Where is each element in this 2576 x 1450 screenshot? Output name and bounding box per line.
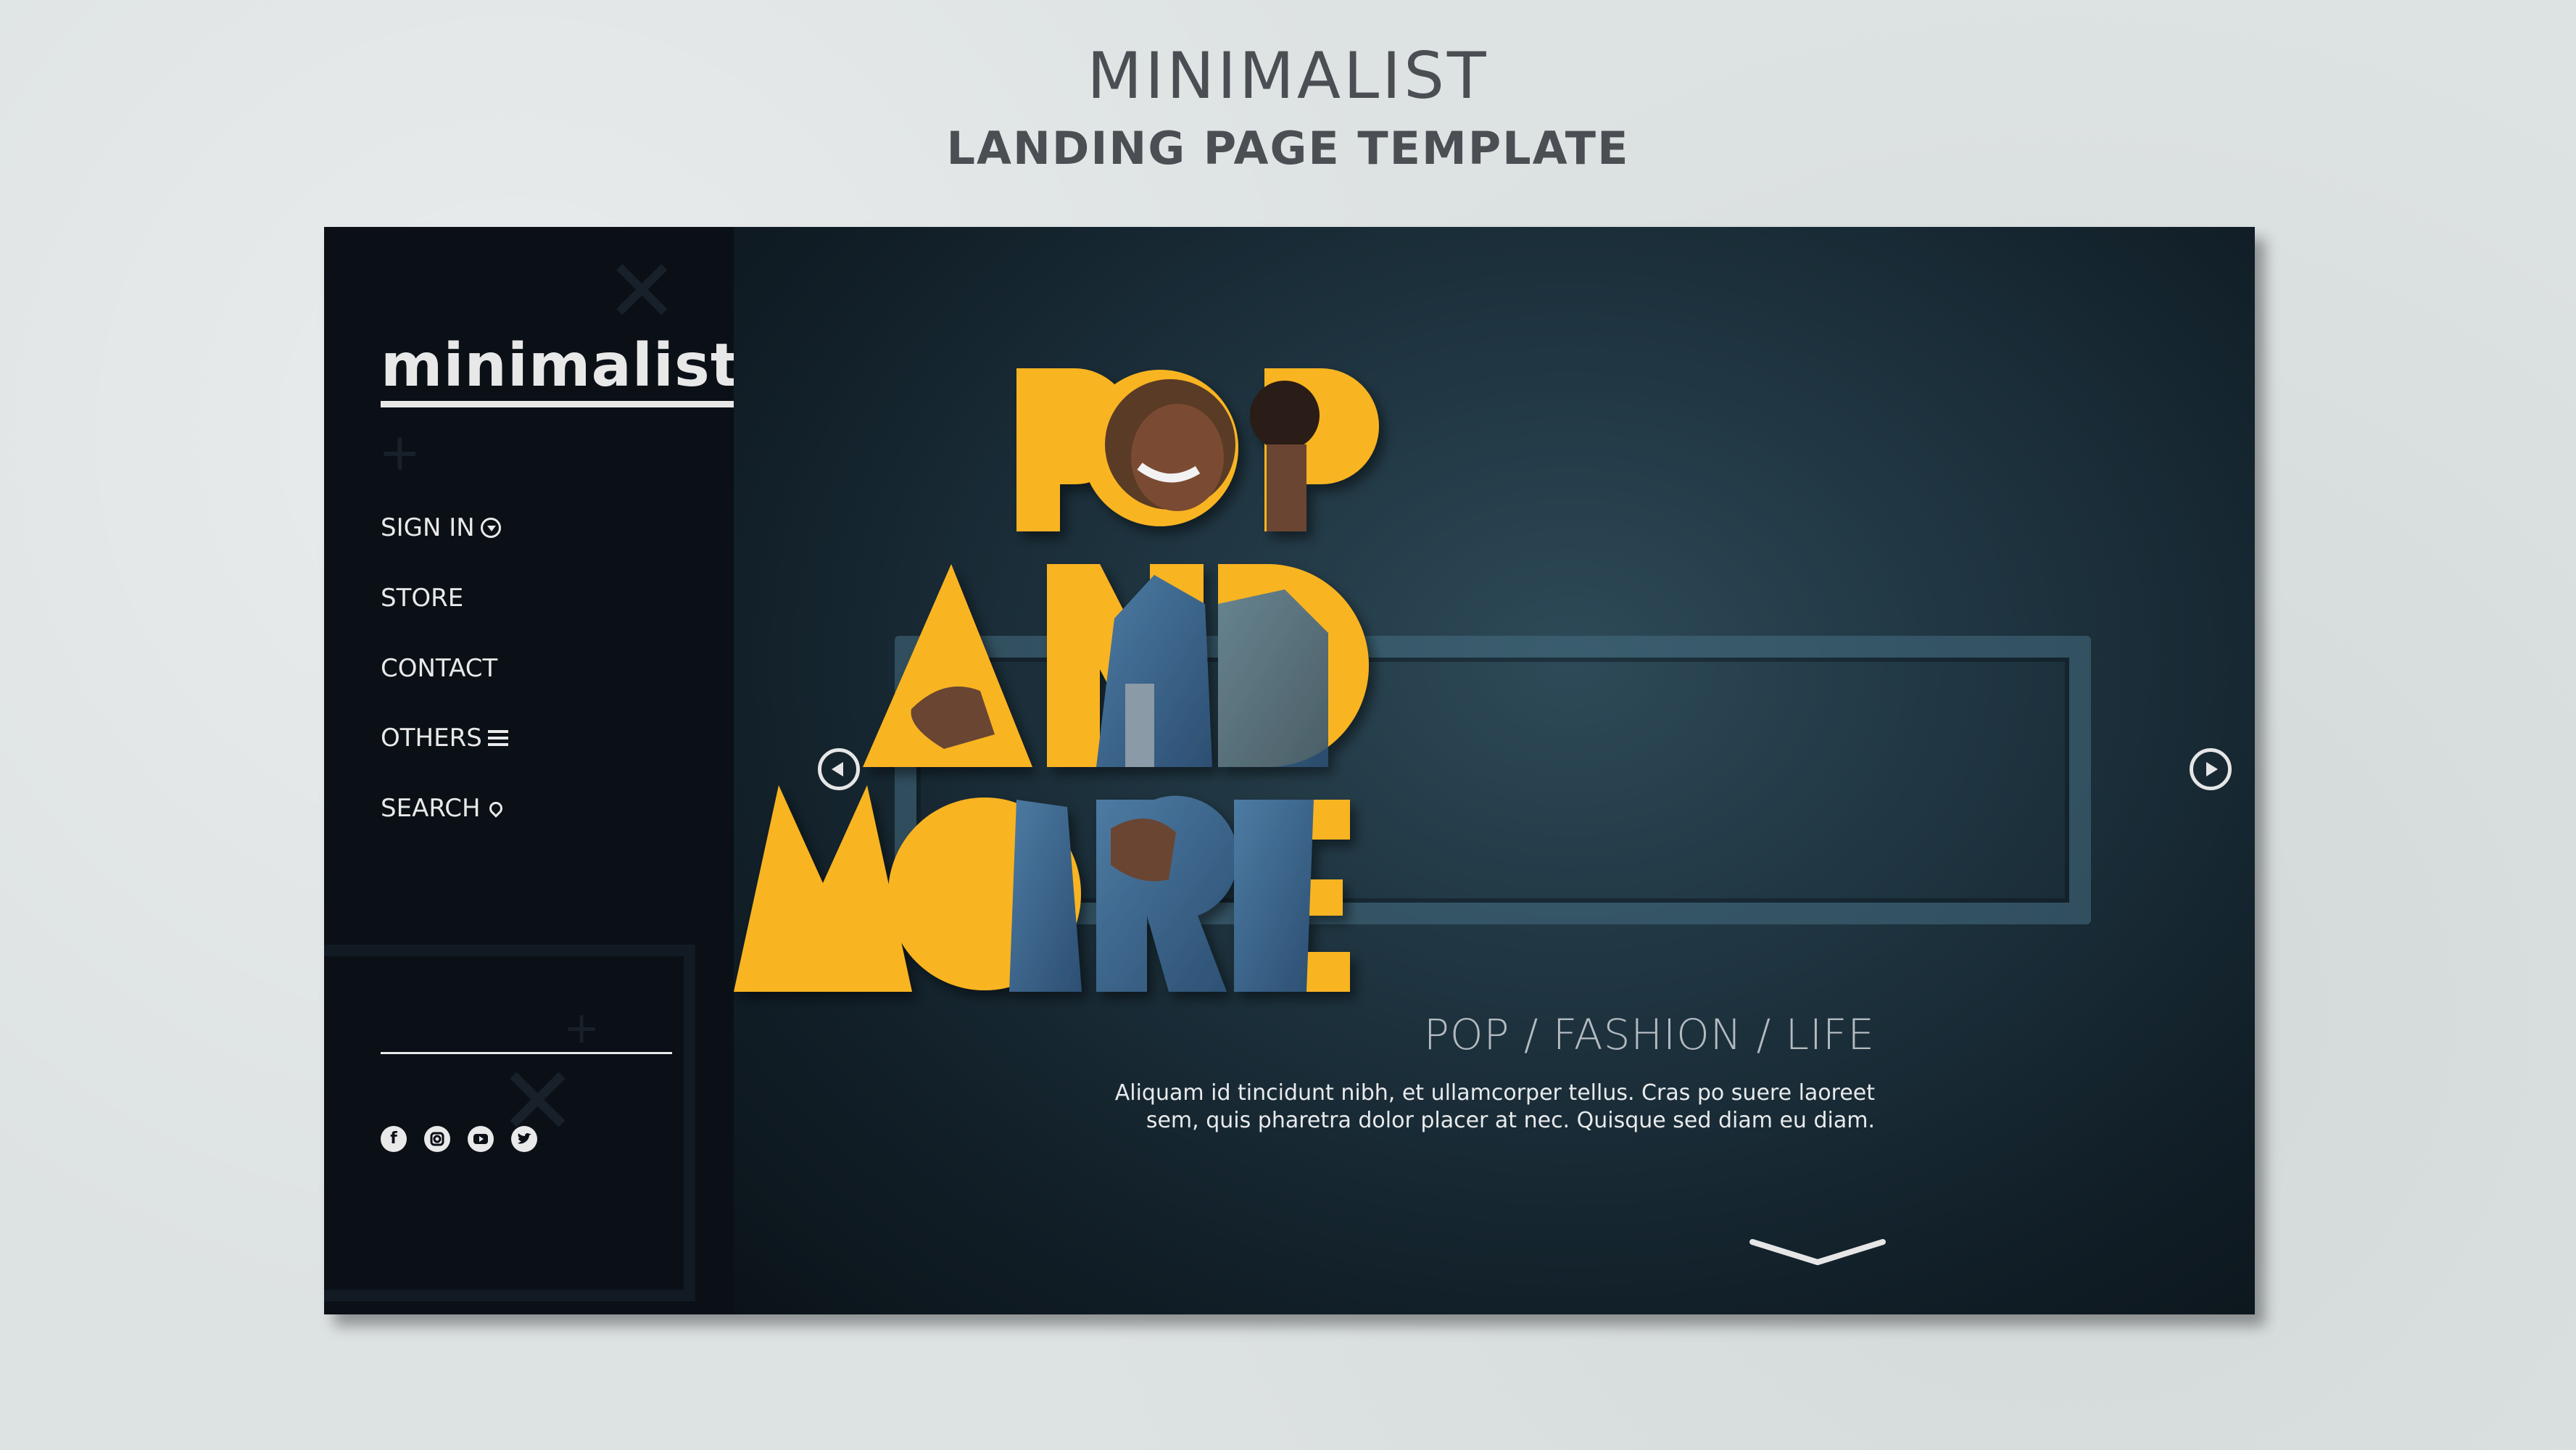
word-pop [1016,368,1379,531]
nav-store-label: STORE [381,584,464,613]
next-slide-icon[interactable] [2190,748,2232,790]
nav-others[interactable]: OTHERS [381,724,508,753]
decorative-plus-icon: + [563,1003,600,1053]
location-pin-icon [486,799,505,818]
instagram-icon[interactable] [424,1126,450,1152]
sidebar: ✕ + ✕ + minimalist SIGN IN STORE CONTACT… [324,227,740,1314]
facebook-icon[interactable]: f [381,1126,407,1152]
search-underline [381,1052,672,1054]
word-and [863,564,1369,767]
nav-sign-in-label: SIGN IN [381,513,475,542]
hero-tagline: POP / FASHION / LIFE [1423,1010,1875,1059]
word-more [734,785,1350,992]
nav-search-label: SEARCH [381,794,481,823]
hero-section: POP / FASHION / LIFE Aliquam id tincidun… [734,227,2255,1314]
nav-contact[interactable]: CONTACT [381,654,497,683]
chevron-circle-down-icon [480,518,501,538]
nav-contact-label: CONTACT [381,654,498,683]
menu-icon [487,730,508,746]
hero-description: Aliquam id tincidunt nibh, et ullamcorpe… [1114,1080,1875,1135]
twitter-icon[interactable] [511,1126,537,1152]
social-links: f [381,1126,537,1152]
hero-description-line: Aliquam id tincidunt nibh, et ullamcorpe… [1114,1080,1875,1106]
nav-store[interactable]: STORE [381,584,463,613]
pop-and-more-graphic [734,368,1379,992]
nav-search[interactable]: SEARCH [381,794,505,823]
page-title: MINIMALIST [1087,38,1489,113]
nav-sign-in[interactable]: SIGN IN [381,513,501,542]
decorative-plus-icon: + [378,423,421,482]
nav-others-label: OTHERS [381,724,482,753]
page-header: MINIMALIST LANDING PAGE TEMPLATE [0,33,2576,178]
scroll-down-chevron-icon[interactable] [1749,1235,1887,1271]
landing-page-mockup: ✕ + ✕ + minimalist SIGN IN STORE CONTACT… [324,227,2255,1314]
letter-m [734,785,912,992]
hero-description-line: sem, quis pharetra dolor placer at nec. … [1146,1108,1875,1133]
previous-slide-icon[interactable] [818,748,860,790]
decorative-x-icon: ✕ [605,241,679,342]
youtube-icon[interactable] [468,1126,494,1152]
page-subtitle: LANDING PAGE TEMPLATE [946,122,1630,175]
logo[interactable]: minimalist [381,334,740,407]
